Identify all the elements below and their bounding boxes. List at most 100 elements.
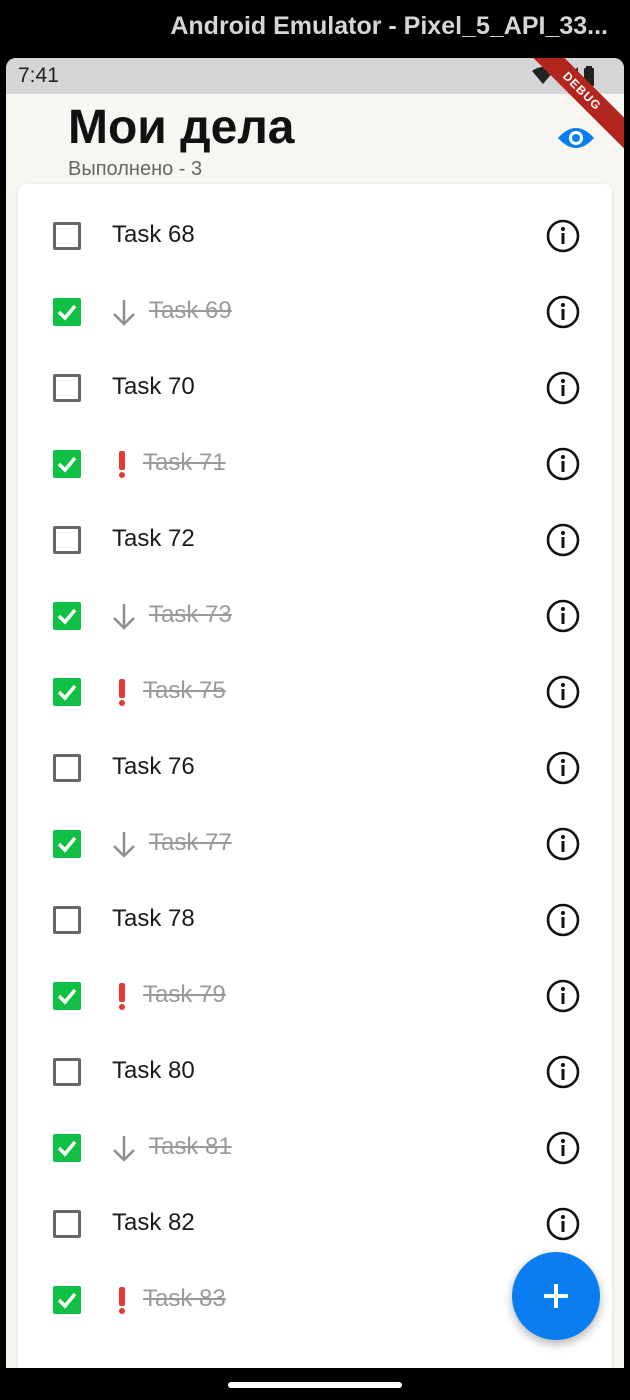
- task-checkbox-checked[interactable]: [53, 1134, 81, 1162]
- task-row[interactable]: Task 77: [18, 806, 612, 882]
- task-row[interactable]: Task 78: [18, 882, 612, 958]
- task-info-button[interactable]: [546, 523, 580, 557]
- task-info-button[interactable]: [546, 1131, 580, 1165]
- task-info-button[interactable]: [546, 751, 580, 785]
- info-icon: [546, 903, 580, 937]
- check-icon: [57, 1140, 77, 1157]
- info-icon: [546, 599, 580, 633]
- task-row[interactable]: Task 75: [18, 654, 612, 730]
- task-info-button[interactable]: [546, 675, 580, 709]
- task-checkbox-checked[interactable]: [53, 602, 81, 630]
- task-label: Task 82: [112, 1209, 195, 1236]
- task-label: Task 68: [112, 221, 195, 248]
- emulator-title: Android Emulator - Pixel_5_API_33...: [170, 12, 608, 40]
- check-icon: [57, 608, 77, 625]
- task-checkbox[interactable]: [53, 1210, 81, 1238]
- task-label: Task 78: [112, 905, 195, 932]
- task-row[interactable]: Task 71: [18, 426, 612, 502]
- low-priority-icon: [110, 1132, 136, 1164]
- task-row[interactable]: Task 80: [18, 1034, 612, 1110]
- task-checkbox[interactable]: [53, 1058, 81, 1086]
- task-label: Task 80: [112, 1057, 195, 1084]
- low-priority-icon: [110, 828, 136, 860]
- check-icon: [57, 1292, 77, 1309]
- high-priority-icon: [110, 980, 136, 1012]
- emulator-title-bar: Android Emulator - Pixel_5_API_33...: [0, 0, 630, 54]
- task-info-button[interactable]: [546, 219, 580, 253]
- task-checkbox[interactable]: [53, 222, 81, 250]
- info-icon: [546, 827, 580, 861]
- info-icon: [546, 523, 580, 557]
- task-checkbox-checked[interactable]: [53, 678, 81, 706]
- task-checkbox[interactable]: [53, 754, 81, 782]
- task-info-button[interactable]: [546, 979, 580, 1013]
- high-priority-icon: [110, 1284, 136, 1316]
- status-time: 7:41: [18, 64, 59, 87]
- info-icon: [546, 447, 580, 481]
- info-icon: [546, 295, 580, 329]
- info-icon: [546, 371, 580, 405]
- check-icon: [57, 836, 77, 853]
- task-info-button[interactable]: [546, 371, 580, 405]
- task-row[interactable]: Task 81: [18, 1110, 612, 1186]
- task-label: Task 81: [149, 1133, 232, 1160]
- high-priority-icon: [110, 676, 136, 708]
- info-icon: [546, 675, 580, 709]
- app-header: Мои дела Выполнено - 3: [6, 94, 624, 184]
- task-checkbox-checked[interactable]: [53, 298, 81, 326]
- task-row[interactable]: Task 76: [18, 730, 612, 806]
- task-label: Task 69: [149, 297, 232, 324]
- check-icon: [57, 456, 77, 473]
- task-info-button[interactable]: [546, 447, 580, 481]
- info-icon: [546, 1131, 580, 1165]
- task-label: Task 83: [143, 1285, 226, 1312]
- task-checkbox-checked[interactable]: [53, 830, 81, 858]
- task-list: Task 68 Task 69 Task 70 Task 71 Task 72 Task …: [18, 184, 612, 1368]
- task-label: Task 72: [112, 525, 195, 552]
- task-info-button[interactable]: [546, 1055, 580, 1089]
- info-icon: [546, 219, 580, 253]
- task-label: Task 76: [112, 753, 195, 780]
- task-row[interactable]: Task 82: [18, 1186, 612, 1262]
- task-row[interactable]: Task 79: [18, 958, 612, 1034]
- low-priority-icon: [110, 296, 136, 328]
- page-title: Мои дела: [68, 101, 295, 154]
- task-label: Task 71: [143, 449, 226, 476]
- task-info-button[interactable]: [546, 903, 580, 937]
- eye-icon: [558, 128, 594, 148]
- task-label: Task 75: [143, 677, 226, 704]
- status-bar: 7:41 DEBUG: [6, 58, 624, 156]
- task-row[interactable]: Task 72: [18, 502, 612, 578]
- check-icon: [57, 684, 77, 701]
- task-label: Task 79: [143, 981, 226, 1008]
- task-checkbox[interactable]: [53, 526, 81, 554]
- task-checkbox[interactable]: [53, 374, 81, 402]
- task-row[interactable]: Task 70: [18, 350, 612, 426]
- check-icon: [57, 304, 77, 321]
- task-checkbox-checked[interactable]: [53, 450, 81, 478]
- task-checkbox-checked[interactable]: [53, 1286, 81, 1314]
- completed-counter: Выполнено - 3: [68, 158, 203, 180]
- task-info-button[interactable]: [546, 827, 580, 861]
- info-icon: [546, 979, 580, 1013]
- task-row[interactable]: Task 73: [18, 578, 612, 654]
- high-priority-icon: [110, 448, 136, 480]
- task-row[interactable]: Task 69: [18, 274, 612, 350]
- task-info-button[interactable]: [546, 295, 580, 329]
- task-label: Task 73: [149, 601, 232, 628]
- phone-screen: 7:41 DEBUG Мои дела Выполнено - 3 Task 6…: [6, 58, 624, 1368]
- info-icon: [546, 1055, 580, 1089]
- toggle-visibility-button[interactable]: [556, 122, 596, 154]
- task-checkbox-checked[interactable]: [53, 982, 81, 1010]
- task-info-button[interactable]: [546, 1207, 580, 1241]
- info-icon: [546, 1207, 580, 1241]
- check-icon: [57, 988, 77, 1005]
- info-icon: [546, 751, 580, 785]
- home-gesture-bar[interactable]: [228, 1382, 402, 1388]
- task-row[interactable]: Task 68: [18, 198, 612, 274]
- system-nav-bar: [0, 1368, 630, 1400]
- add-task-button[interactable]: [512, 1252, 600, 1340]
- task-label: Task 77: [149, 829, 232, 856]
- task-info-button[interactable]: [546, 599, 580, 633]
- task-checkbox[interactable]: [53, 906, 81, 934]
